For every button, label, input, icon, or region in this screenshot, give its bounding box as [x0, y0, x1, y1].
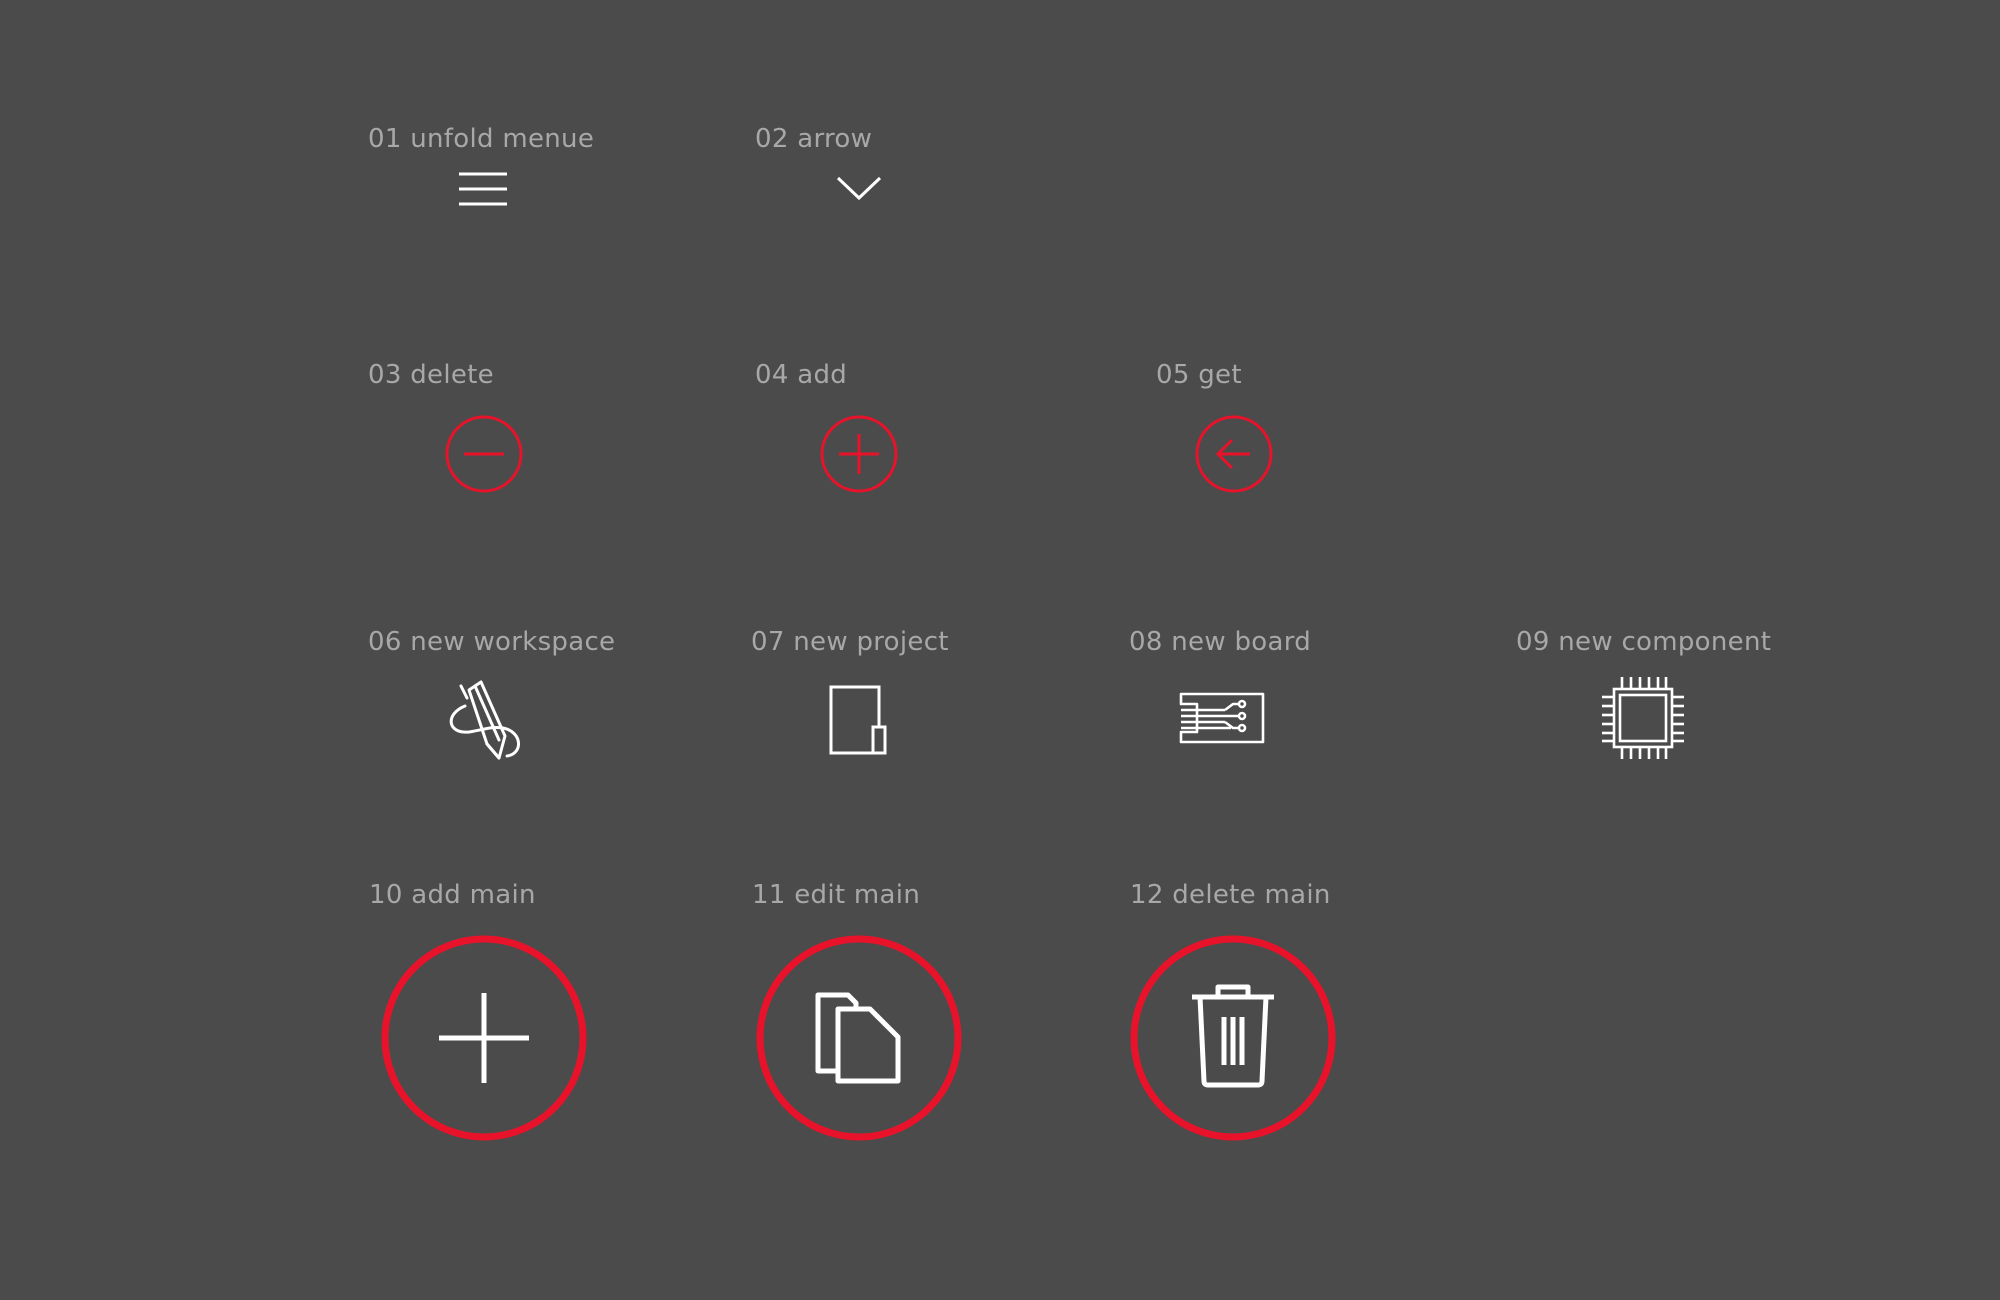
label-arrow: 02 arrow [755, 124, 873, 154]
chevron-down-icon[interactable] [836, 174, 882, 202]
label-new-workspace: 06 new workspace [368, 627, 616, 657]
pen-signature-icon[interactable] [443, 678, 525, 762]
add-main-icon[interactable] [381, 935, 587, 1141]
hamburger-menu-icon[interactable] [457, 170, 509, 210]
label-new-project: 07 new project [751, 627, 949, 657]
plus-circle-icon[interactable] [819, 414, 899, 494]
label-new-board: 08 new board [1129, 627, 1312, 657]
minus-circle-icon[interactable] [444, 414, 524, 494]
label-delete-main: 12 delete main [1130, 880, 1331, 910]
label-add-main: 10 add main [369, 880, 536, 910]
label-delete: 03 delete [368, 360, 494, 390]
label-edit-main: 11 edit main [752, 880, 921, 910]
arrow-left-circle-icon[interactable] [1194, 414, 1274, 494]
document-icon[interactable] [829, 685, 889, 755]
label-get: 05 get [1156, 360, 1242, 390]
copy-documents-icon[interactable] [756, 935, 962, 1141]
label-unfold-menu: 01 unfold menue [368, 124, 595, 154]
label-new-component: 09 new component [1516, 627, 1772, 657]
circuit-board-icon[interactable] [1179, 692, 1265, 744]
chip-icon[interactable] [1600, 675, 1686, 761]
label-add: 04 add [755, 360, 848, 390]
trash-icon[interactable] [1130, 935, 1336, 1141]
